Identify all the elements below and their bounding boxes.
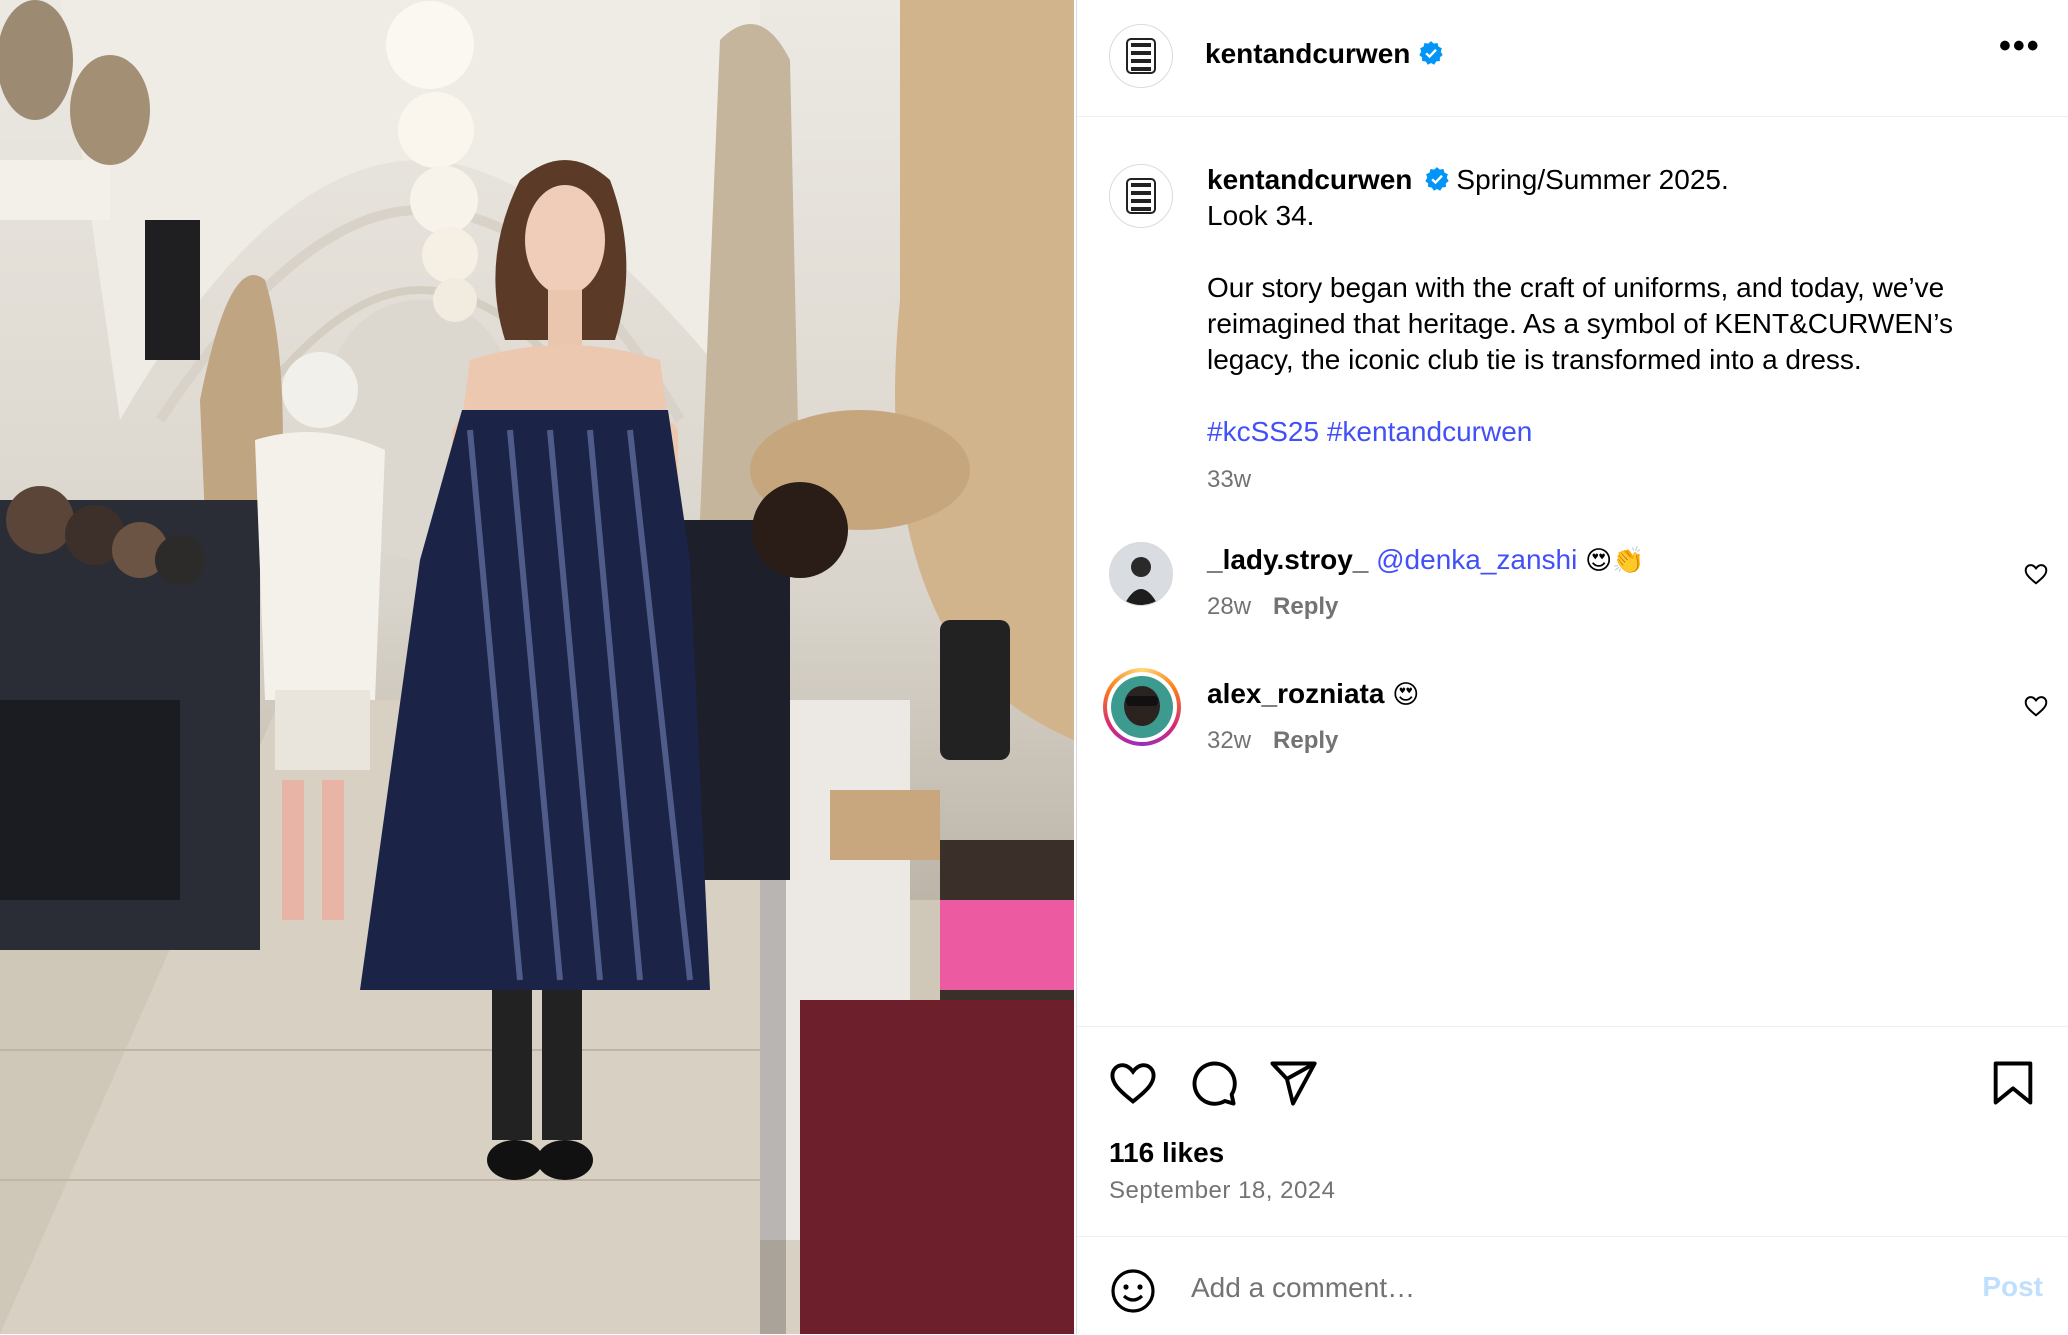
comment: _lady.stroy_ @denka_zanshi 😍👏 28w Reply [1207,542,1987,625]
post-caption: kentandcurwen Spring/Summer 2025. Look 34… [1207,162,2007,498]
caption-line-2: Look 34. [1207,200,1315,231]
commenter-avatar[interactable] [1109,542,1173,606]
comment-composer: Post [1077,1236,2068,1335]
caption-author-avatar[interactable] [1109,164,1173,228]
comment-age: 28w [1207,593,1252,620]
runway-photo-illustration [0,0,1074,1334]
comment-input[interactable] [1189,1261,1893,1315]
comment-emoji: 😍 [1392,680,1420,710]
post-actions: 116 likes September 18, 2024 [1077,1026,2068,1235]
post-comment-button[interactable]: Post [1982,1271,2043,1303]
like-comment-heart-icon[interactable] [2023,561,2049,587]
story-ring[interactable] [1103,668,1181,746]
post-header: kentandcurwen ••• [1077,0,2068,117]
likes-count[interactable]: 116 likes [1109,1137,1224,1169]
caption-username[interactable]: kentandcurwen [1207,164,1412,195]
like-heart-icon[interactable] [1107,1057,1159,1109]
comment-mention[interactable]: @denka_zanshi [1376,544,1577,575]
comment-emoji: 😍👏 [1585,546,1645,576]
emoji-picker-icon[interactable] [1109,1267,1157,1315]
caption-paragraph: Our story began with the craft of unifor… [1207,272,1953,375]
caption-line-1: Spring/Summer 2025. [1456,164,1729,195]
comment-username[interactable]: alex_rozniata [1207,678,1384,709]
profile-photo-icon [1111,676,1173,738]
author-username[interactable]: kentandcurwen [1205,38,1410,69]
comment-username[interactable]: _lady.stroy_ [1207,544,1368,575]
hashtag-link[interactable]: #kcSS25 [1207,416,1319,447]
comment: alex_rozniata 😍 32w Reply [1207,676,1987,759]
more-options-icon[interactable]: ••• [1999,29,2039,76]
bookmark-save-icon[interactable] [1987,1057,2039,1109]
like-comment-heart-icon[interactable] [2023,693,2049,719]
crest-logo-icon [1126,178,1156,214]
post-detail-panel: kentandcurwen ••• kentandcurwen Spring/Su… [1076,0,2068,1334]
verified-badge-icon [1419,41,1444,65]
post-photo[interactable] [0,0,1074,1334]
profile-photo-icon [1110,543,1172,605]
comment-bubble-icon[interactable] [1187,1057,1239,1109]
verified-badge-icon [1425,167,1450,191]
reply-button[interactable]: Reply [1273,727,1338,754]
comment-age: 32w [1207,727,1252,754]
author-avatar[interactable] [1109,24,1173,88]
crest-logo-icon [1126,38,1156,74]
caption-age: 33w [1207,466,1252,493]
share-send-icon[interactable] [1267,1057,1319,1109]
reply-button[interactable]: Reply [1273,593,1338,620]
post-date: September 18, 2024 [1109,1177,1336,1204]
hashtag-link[interactable]: #kentandcurwen [1327,416,1532,447]
